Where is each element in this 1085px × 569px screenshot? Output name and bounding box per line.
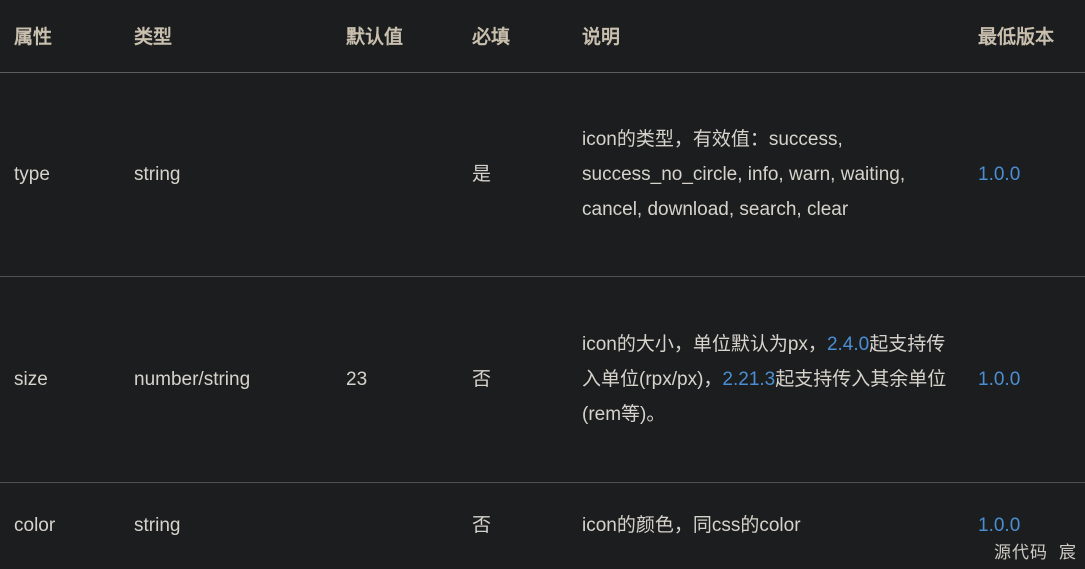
cell-description: icon的大小，单位默认为px，2.4.0起支持传入单位(rpx/px)，2.2… xyxy=(568,276,966,482)
table-header: 属性 类型 默认值 必填 说明 最低版本 xyxy=(0,0,1085,72)
min-version-link[interactable]: 1.0.0 xyxy=(978,164,1020,185)
description-text: icon的颜色，同css的color xyxy=(582,515,801,537)
cell-min-version: 1.0.0 xyxy=(966,482,1085,569)
cell-attribute: type xyxy=(14,163,50,185)
column-header-required: 必填 xyxy=(472,27,511,49)
cell-required: 是 xyxy=(472,163,492,185)
column-header-description: 说明 xyxy=(582,27,621,49)
table-row: color string 否 icon的颜色，同css的color 1.0.0 xyxy=(0,482,1085,569)
cell-min-version: 1.0.0 xyxy=(966,276,1085,482)
cell-required: 否 xyxy=(472,368,492,390)
attributes-table: 属性 类型 默认值 必填 说明 最低版本 type string 是 icon的… xyxy=(0,0,1085,569)
cell-default: 23 xyxy=(346,368,368,390)
cell-description: icon的颜色，同css的color xyxy=(568,482,966,569)
column-header-attribute: 属性 xyxy=(14,27,53,49)
table-header-row: 属性 类型 默认值 必填 说明 最低版本 xyxy=(0,0,1085,72)
description-fragment: icon的大小，单位默认为px， xyxy=(582,333,827,355)
column-header-type: 类型 xyxy=(134,27,173,49)
cell-required: 否 xyxy=(472,515,492,537)
cell-type: string xyxy=(134,515,181,537)
table-row: size number/string 23 否 icon的大小，单位默认为px，… xyxy=(0,276,1085,482)
cell-type: number/string xyxy=(134,368,251,390)
description-text: icon的大小，单位默认为px，2.4.0起支持传入单位(rpx/px)，2.2… xyxy=(582,327,958,432)
cell-description: icon的类型，有效值：success, success_no_circle, … xyxy=(568,72,966,276)
version-inline-link[interactable]: 2.21.3 xyxy=(722,369,775,390)
min-version-link[interactable]: 1.0.0 xyxy=(978,369,1020,390)
cell-default xyxy=(332,72,462,276)
column-header-default: 默认值 xyxy=(346,27,404,49)
table-body: type string 是 icon的类型，有效值：success, succe… xyxy=(0,72,1085,569)
description-text: icon的类型，有效值：success, success_no_circle, … xyxy=(582,128,906,220)
cell-default xyxy=(332,482,462,569)
cell-type: string xyxy=(134,163,181,185)
column-header-min-version: 最低版本 xyxy=(978,27,1055,49)
version-inline-link[interactable]: 2.4.0 xyxy=(827,334,869,355)
table-row: type string 是 icon的类型，有效值：success, succe… xyxy=(0,72,1085,276)
cell-attribute: size xyxy=(14,368,48,390)
cell-attribute: color xyxy=(14,515,56,537)
cell-min-version: 1.0.0 xyxy=(966,72,1085,276)
min-version-link[interactable]: 1.0.0 xyxy=(978,515,1020,536)
